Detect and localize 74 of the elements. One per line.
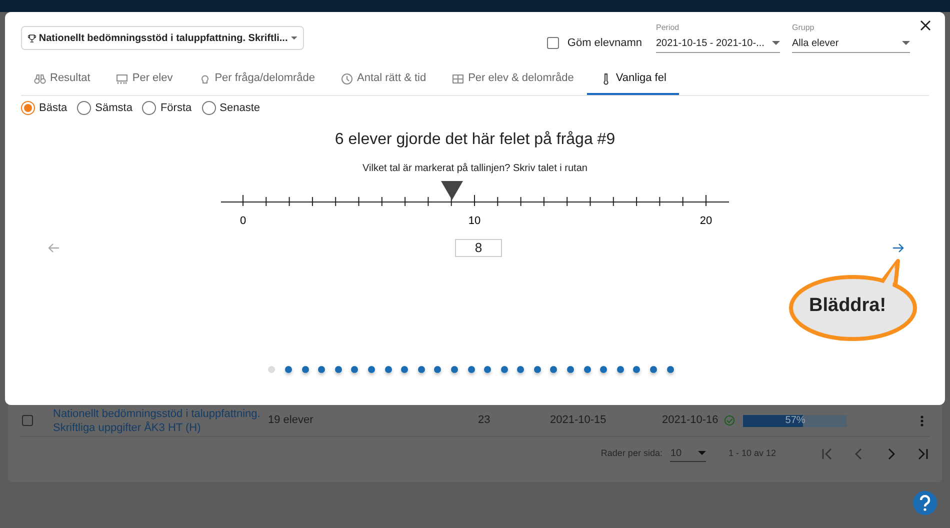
callout-text: Bläddra! <box>809 294 886 318</box>
carousel-dot[interactable] <box>584 366 591 373</box>
carousel-dot[interactable] <box>517 366 524 373</box>
help-icon <box>918 495 932 511</box>
carousel-dot[interactable] <box>666 366 674 373</box>
carousel-dot[interactable] <box>468 366 474 373</box>
carousel-dot[interactable] <box>450 366 458 373</box>
group-select[interactable]: Grupp Alla elever <box>792 22 910 53</box>
caret-icon <box>772 40 780 46</box>
tab[interactable]: Resultat <box>21 64 104 95</box>
carousel-dot[interactable] <box>633 366 640 373</box>
carousel-dot[interactable] <box>434 366 442 373</box>
number-line-drawing: 0 10 20 <box>219 180 731 232</box>
carousel-dot[interactable] <box>351 366 358 373</box>
radio-button[interactable] <box>77 101 92 115</box>
progress-bar: 57% <box>743 414 848 426</box>
carousel-dot[interactable] <box>567 366 574 373</box>
table-cell-text: 23 <box>478 413 492 428</box>
table-cell-text: 2021-10-16 <box>662 413 718 428</box>
carousel-dot[interactable] <box>650 366 658 373</box>
page-range: 1 - 10 av 12 <box>728 446 776 460</box>
table-cell-text: 2021-10-15 <box>550 413 608 428</box>
radio-label: Första <box>160 100 192 116</box>
radio-label: Sämsta <box>95 100 132 116</box>
next-arrow-icon[interactable] <box>892 243 904 253</box>
carousel-dot[interactable] <box>401 366 408 373</box>
carousel-dot[interactable] <box>334 366 342 373</box>
tab[interactable]: Antal rätt & tid <box>328 64 440 95</box>
radio-button[interactable] <box>202 101 216 115</box>
carousel-dot[interactable] <box>284 366 292 373</box>
carousel-dot[interactable] <box>616 366 624 373</box>
carousel-dot[interactable] <box>534 366 541 373</box>
lightbulb-icon <box>198 72 211 84</box>
radio-label: Senaste <box>220 100 260 116</box>
tab[interactable]: Per elev & delområde <box>439 64 587 95</box>
check-circle-icon <box>724 415 736 426</box>
carousel-dot[interactable] <box>318 366 326 373</box>
tab[interactable]: Vanliga fel <box>586 64 680 95</box>
tab[interactable]: Per elev <box>103 64 186 95</box>
radio-button[interactable] <box>21 101 35 115</box>
rows-per-page-label: Rader per sida: <box>600 446 662 460</box>
close-icon[interactable] <box>920 20 931 31</box>
question-text: Vilket tal är markerat på tallinjen? Skriv talet i rutan <box>362 162 588 176</box>
grid-icon <box>452 72 464 84</box>
carousel-dot[interactable] <box>418 366 425 373</box>
answer-box: 8 <box>455 239 502 257</box>
carousel-dot[interactable] <box>368 366 375 373</box>
period-select[interactable]: Period 2021-10-15 - 2021-10-... <box>656 22 780 53</box>
carousel-dot[interactable] <box>550 366 558 373</box>
checkbox-label: Göm elevnamn <box>567 36 642 51</box>
checkbox[interactable] <box>22 415 33 426</box>
checkbox[interactable] <box>547 37 560 49</box>
carousel-dot[interactable] <box>600 366 608 373</box>
help-button[interactable] <box>913 491 937 515</box>
tab[interactable]: Per fråga/delområde <box>186 64 328 95</box>
test-select[interactable]: Nationellt bedömningsstöd i taluppfattning. Skriftli... <box>21 26 304 50</box>
more-icon[interactable] <box>920 414 924 426</box>
carousel-dot[interactable] <box>384 366 392 373</box>
last-page-icon[interactable] <box>916 446 930 460</box>
radio-label: Bästa <box>39 100 68 116</box>
caret-icon <box>290 36 297 40</box>
question-heading: 6 elever gjorde det här felet på fråga #9 <box>334 130 616 150</box>
binoculars-icon <box>34 72 46 84</box>
carousel-dot[interactable] <box>500 366 508 373</box>
carousel-dot[interactable] <box>484 366 492 373</box>
people-icon <box>116 72 128 84</box>
radio-button[interactable] <box>142 101 156 115</box>
clock-icon <box>341 72 353 84</box>
caret-icon <box>902 40 910 46</box>
table-cell-text: 19 elever <box>268 413 314 428</box>
carousel-dot[interactable] <box>302 366 309 373</box>
carousel-dot[interactable] <box>268 366 276 373</box>
caret-icon <box>698 450 706 456</box>
trophy-icon <box>28 32 36 44</box>
